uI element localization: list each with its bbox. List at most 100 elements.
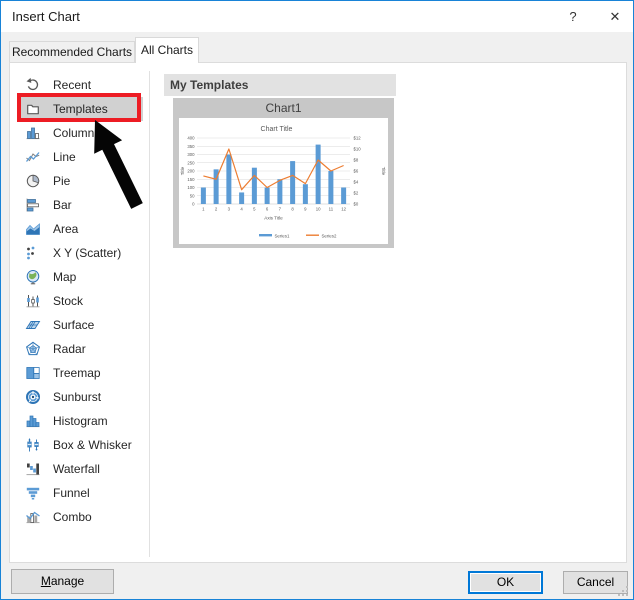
sidebar-item-treemap[interactable]: Treemap <box>19 361 143 385</box>
box-whisker-chart-icon <box>25 437 41 453</box>
svg-text:Title: Title <box>180 166 185 175</box>
pie-chart-icon <box>25 173 41 189</box>
svg-text:250: 250 <box>187 160 195 165</box>
svg-text:6: 6 <box>266 207 269 212</box>
svg-text:2: 2 <box>215 207 218 212</box>
stock-chart-icon <box>25 293 41 309</box>
sidebar-item-label: Treemap <box>53 366 101 380</box>
map-chart-icon <box>25 269 41 285</box>
svg-text:Series2: Series2 <box>322 233 337 238</box>
sidebar-item-label: Pie <box>53 174 71 188</box>
sidebar-item-label: Radar <box>53 342 86 356</box>
close-icon: ✕ <box>609 9 621 24</box>
svg-text:150: 150 <box>187 177 195 182</box>
help-icon: ? <box>569 9 577 24</box>
sidebar-item-funnel[interactable]: Funnel <box>19 481 143 505</box>
svg-text:8: 8 <box>291 207 294 212</box>
sidebar-item-waterfall[interactable]: Waterfall <box>19 457 143 481</box>
sidebar-item-label: Column <box>53 126 95 140</box>
sidebar-item-label: Stock <box>53 294 84 308</box>
svg-text:Axis Title: Axis Title <box>264 216 283 221</box>
column-chart-icon <box>25 125 41 141</box>
svg-text:200: 200 <box>187 169 195 174</box>
sidebar-item-box-whisker[interactable]: Box & Whisker <box>19 433 143 457</box>
recent-icon <box>25 77 41 93</box>
sidebar-item-templates[interactable]: Templates <box>19 97 143 121</box>
sidebar-item-label: Line <box>53 150 76 164</box>
histogram-chart-icon <box>25 413 41 429</box>
template-chart-preview: Chart Title 0 50 100 150 200 250 300 350 400 $0 $2 $… <box>179 118 388 244</box>
svg-text:11: 11 <box>329 207 334 212</box>
close-button[interactable]: ✕ <box>595 1 633 32</box>
svg-text:$2: $2 <box>354 191 359 196</box>
ok-button[interactable]: OK <box>468 571 543 594</box>
sidebar-item-pie[interactable]: Pie <box>19 169 143 193</box>
sidebar-item-combo[interactable]: Combo <box>19 505 143 529</box>
sidebar-item-bar[interactable]: Bar <box>19 193 143 217</box>
sunburst-chart-icon <box>25 389 41 405</box>
templates-folder-icon <box>25 101 41 117</box>
sidebar-item-histogram[interactable]: Histogram <box>19 409 143 433</box>
sidebar-item-label: Histogram <box>53 414 108 428</box>
sidebar-item-label: Templates <box>53 102 108 116</box>
svg-text:12: 12 <box>341 207 346 212</box>
template-tile-title: Chart1 <box>265 101 302 115</box>
sidebar-item-label: Funnel <box>53 486 90 500</box>
sidebar-item-label: Sunburst <box>53 390 102 404</box>
svg-text:9: 9 <box>304 207 307 212</box>
sidebar-item-label: Map <box>53 270 77 284</box>
bar-chart-icon <box>25 197 41 213</box>
svg-text:400: 400 <box>187 136 195 141</box>
sidebar-separator <box>149 71 150 557</box>
sidebar-item-surface[interactable]: Surface <box>19 313 143 337</box>
sidebar-item-label: X Y (Scatter) <box>53 246 122 260</box>
sidebar-item-label: Area <box>53 222 79 236</box>
svg-text:Series1: Series1 <box>275 233 290 238</box>
sidebar-item-recent[interactable]: Recent <box>19 73 143 97</box>
scatter-chart-icon <box>25 245 41 261</box>
svg-text:50: 50 <box>190 193 195 198</box>
sidebar-item-stock[interactable]: Stock <box>19 289 143 313</box>
svg-text:5: 5 <box>253 207 256 212</box>
svg-text:300: 300 <box>187 152 195 157</box>
svg-text:10: 10 <box>316 207 321 212</box>
radar-chart-icon <box>25 341 41 357</box>
help-button[interactable]: ? <box>553 1 593 32</box>
sidebar-item-radar[interactable]: Radar <box>19 337 143 361</box>
tab-all-charts[interactable]: All Charts <box>135 37 199 63</box>
waterfall-chart-icon <box>25 461 41 477</box>
svg-text:1: 1 <box>202 207 205 212</box>
sidebar-item-line[interactable]: Line <box>19 145 143 169</box>
dialog-title: Insert Chart <box>12 9 80 24</box>
sidebar-item-x-y-scatter[interactable]: X Y (Scatter) <box>19 241 143 265</box>
sidebar-item-column[interactable]: Column <box>19 121 143 145</box>
my-templates-header: My Templates <box>164 74 396 96</box>
combo-chart-thumbnail: Chart Title 0 50 100 150 200 250 300 350 400 $0 $2 $… <box>180 126 386 238</box>
sidebar-item-label: Recent <box>53 78 92 92</box>
sidebar-item-label: Bar <box>53 198 72 212</box>
sidebar-item-map[interactable]: Map <box>19 265 143 289</box>
sidebar-item-label: Combo <box>53 510 92 524</box>
svg-text:350: 350 <box>187 144 195 149</box>
tab-recommended-charts[interactable]: Recommended Charts <box>9 41 135 62</box>
svg-text:Title: Title <box>381 167 386 176</box>
sidebar-item-label: Surface <box>53 318 95 332</box>
title-bar: Insert Chart ? ✕ <box>1 1 633 32</box>
svg-text:$4: $4 <box>354 180 359 185</box>
template-tile-chart1[interactable]: Chart1 Chart Title 0 50 100 150 200 250 300 350 4… <box>173 98 394 248</box>
surface-chart-icon <box>25 317 41 333</box>
sidebar-item-label: Waterfall <box>53 462 100 476</box>
sidebar-item-area[interactable]: Area <box>19 217 143 241</box>
sidebar-item-label: Box & Whisker <box>53 438 132 452</box>
insert-chart-dialog: Insert Chart ? ✕ Recommended Charts All … <box>0 0 634 600</box>
sidebar-item-sunburst[interactable]: Sunburst <box>19 385 143 409</box>
sidebar-list: Recent Templates Column Line Pie Bar Area X Y (… <box>19 62 143 599</box>
svg-text:3: 3 <box>228 207 231 212</box>
resize-grip-icon[interactable] <box>618 586 629 597</box>
treemap-chart-icon <box>25 365 41 381</box>
combo-chart-icon <box>25 509 41 525</box>
svg-text:$12: $12 <box>354 136 362 141</box>
svg-text:7: 7 <box>279 207 282 212</box>
svg-text:0: 0 <box>192 202 195 207</box>
svg-text:$10: $10 <box>354 147 362 152</box>
